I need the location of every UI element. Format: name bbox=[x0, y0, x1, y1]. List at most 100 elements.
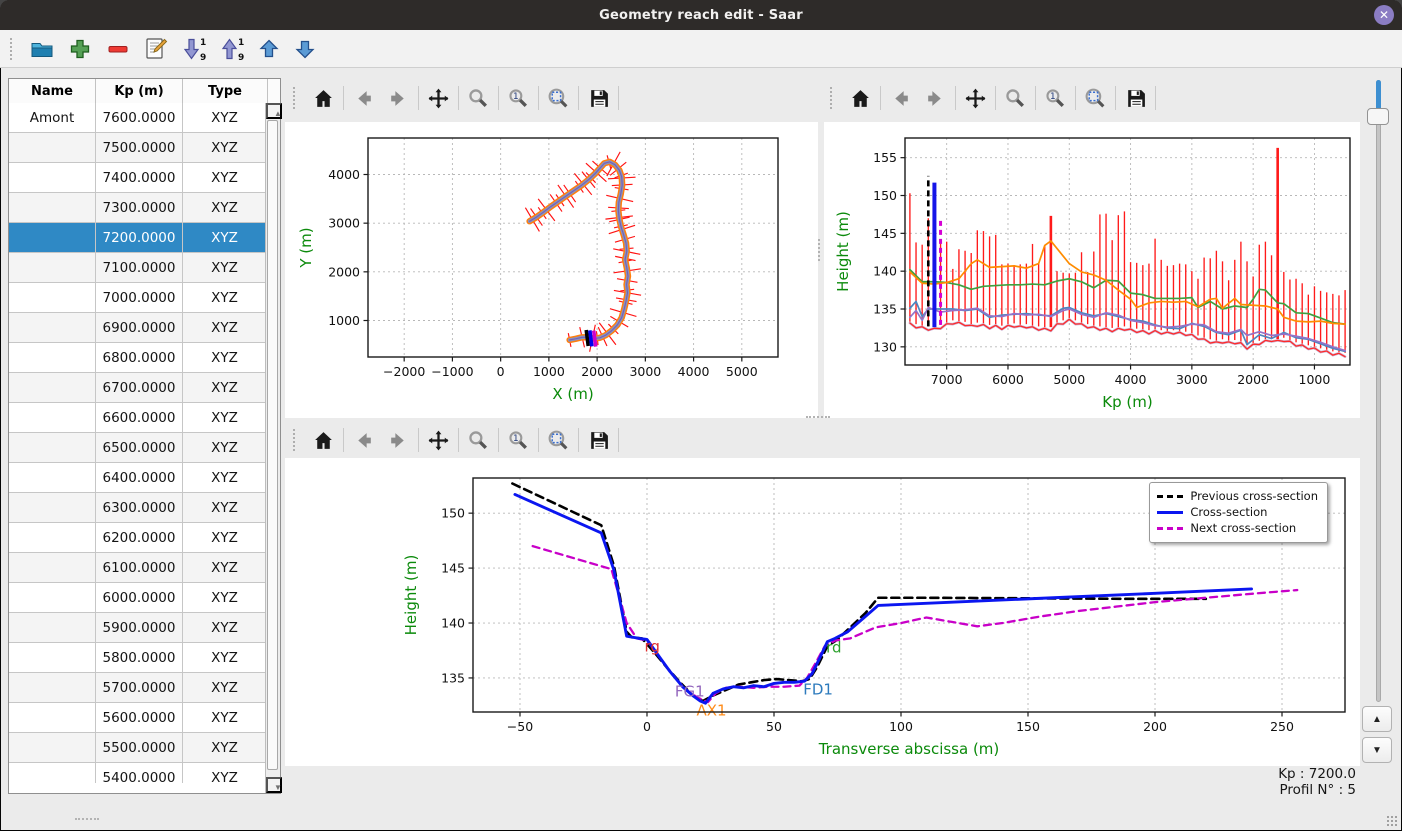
cell-type[interactable]: XYZ bbox=[183, 163, 267, 193]
back-button[interactable] bbox=[883, 85, 918, 112]
cell-kp[interactable]: 7500.0000 bbox=[96, 133, 183, 163]
table-row[interactable]: Amont7600.0000XYZ bbox=[9, 103, 268, 133]
cell-kp[interactable]: 5500.0000 bbox=[96, 733, 183, 763]
cell-kp[interactable]: 6600.0000 bbox=[96, 403, 183, 433]
cell-name[interactable] bbox=[9, 373, 96, 403]
forward-button[interactable] bbox=[381, 427, 416, 454]
cell-type[interactable]: XYZ bbox=[183, 253, 267, 283]
pan-button[interactable] bbox=[421, 427, 456, 454]
cell-name[interactable] bbox=[9, 673, 96, 703]
home-button[interactable] bbox=[306, 85, 341, 112]
table-row[interactable]: 6100.0000XYZ bbox=[9, 553, 268, 583]
previous-profile-button[interactable]: ▲ bbox=[1362, 706, 1392, 732]
sort-descending-button[interactable]: 19 bbox=[179, 34, 209, 64]
remove-button[interactable] bbox=[103, 34, 133, 64]
save-button[interactable] bbox=[581, 427, 616, 454]
cell-kp[interactable]: 6400.0000 bbox=[96, 463, 183, 493]
cell-name[interactable] bbox=[9, 463, 96, 493]
cell-kp[interactable]: 6200.0000 bbox=[96, 523, 183, 553]
table-row[interactable]: 5900.0000XYZ bbox=[9, 613, 268, 643]
open-button[interactable] bbox=[27, 34, 57, 64]
table-row[interactable]: 6700.0000XYZ bbox=[9, 373, 268, 403]
cell-kp[interactable]: 7100.0000 bbox=[96, 253, 183, 283]
cell-type[interactable]: XYZ bbox=[183, 343, 267, 373]
edit-button[interactable] bbox=[141, 34, 171, 64]
cell-name[interactable] bbox=[9, 163, 96, 193]
toolbar-grip[interactable] bbox=[293, 429, 299, 451]
pan-button[interactable] bbox=[958, 85, 993, 112]
cell-name[interactable] bbox=[9, 193, 96, 223]
cell-kp[interactable]: 5600.0000 bbox=[96, 703, 183, 733]
zoom-button[interactable] bbox=[998, 85, 1033, 112]
pan-button[interactable] bbox=[421, 85, 456, 112]
cell-kp[interactable]: 6500.0000 bbox=[96, 433, 183, 463]
table-row[interactable]: 5400.0000XYZ bbox=[9, 763, 268, 783]
table-row[interactable]: 7300.0000XYZ bbox=[9, 193, 268, 223]
toolbar-grip[interactable] bbox=[293, 87, 299, 109]
home-button[interactable] bbox=[306, 427, 341, 454]
slider-thumb[interactable] bbox=[1367, 108, 1389, 125]
cell-name[interactable] bbox=[9, 403, 96, 433]
cell-type[interactable]: XYZ bbox=[183, 583, 267, 613]
close-button[interactable]: ✕ bbox=[1374, 5, 1394, 25]
cell-kp[interactable]: 6000.0000 bbox=[96, 583, 183, 613]
table-row[interactable]: 7500.0000XYZ bbox=[9, 133, 268, 163]
cell-type[interactable]: XYZ bbox=[183, 313, 267, 343]
table-row[interactable]: 7100.0000XYZ bbox=[9, 253, 268, 283]
cell-name[interactable] bbox=[9, 733, 96, 763]
column-header-type[interactable]: Type bbox=[183, 79, 268, 103]
cell-kp[interactable]: 6800.0000 bbox=[96, 343, 183, 373]
table-row[interactable]: 5800.0000XYZ bbox=[9, 643, 268, 673]
cell-kp[interactable]: 6700.0000 bbox=[96, 373, 183, 403]
cell-kp[interactable]: 6100.0000 bbox=[96, 553, 183, 583]
table-scrollbar[interactable]: ▲ ▼ bbox=[265, 103, 280, 793]
cell-type[interactable]: XYZ bbox=[183, 763, 267, 783]
cell-type[interactable]: XYZ bbox=[183, 283, 267, 313]
table-row[interactable]: 6600.0000XYZ bbox=[9, 403, 268, 433]
table-row[interactable]: 5500.0000XYZ bbox=[9, 733, 268, 763]
cell-name[interactable] bbox=[9, 493, 96, 523]
cell-type[interactable]: XYZ bbox=[183, 493, 267, 523]
table-row[interactable]: 6000.0000XYZ bbox=[9, 583, 268, 613]
zoom-rect-button[interactable] bbox=[541, 85, 576, 112]
cell-kp[interactable]: 5400.0000 bbox=[96, 763, 183, 783]
move-up-button[interactable] bbox=[255, 35, 283, 63]
cell-type[interactable]: XYZ bbox=[183, 193, 267, 223]
longitudinal-chart[interactable]: 7000600050004000300020001000130135140145… bbox=[824, 122, 1360, 418]
cell-name[interactable] bbox=[9, 523, 96, 553]
forward-button[interactable] bbox=[381, 85, 416, 112]
zoom-one-button[interactable]: 1 bbox=[501, 85, 536, 112]
cell-type[interactable]: XYZ bbox=[183, 523, 267, 553]
zoom-one-button[interactable]: 1 bbox=[501, 427, 536, 454]
zoom-button[interactable] bbox=[461, 427, 496, 454]
zoom-rect-button[interactable] bbox=[1078, 85, 1113, 112]
cell-kp[interactable]: 7200.0000 bbox=[96, 223, 183, 253]
cell-kp[interactable]: 7400.0000 bbox=[96, 163, 183, 193]
cell-kp[interactable]: 5800.0000 bbox=[96, 643, 183, 673]
cell-name[interactable] bbox=[9, 763, 96, 783]
table-row[interactable]: 6900.0000XYZ bbox=[9, 313, 268, 343]
table-row[interactable]: 7200.0000XYZ bbox=[9, 223, 268, 253]
column-header-name[interactable]: Name bbox=[9, 79, 96, 103]
add-button[interactable] bbox=[65, 34, 95, 64]
move-down-button[interactable] bbox=[291, 35, 319, 63]
cell-type[interactable]: XYZ bbox=[183, 223, 267, 253]
save-button[interactable] bbox=[581, 85, 616, 112]
cell-name[interactable] bbox=[9, 313, 96, 343]
cell-name[interactable]: Amont bbox=[9, 103, 96, 133]
cell-kp[interactable]: 6300.0000 bbox=[96, 493, 183, 523]
back-button[interactable] bbox=[346, 85, 381, 112]
cell-kp[interactable]: 5700.0000 bbox=[96, 673, 183, 703]
scroll-down-button[interactable]: ▼ bbox=[266, 777, 282, 793]
cell-kp[interactable]: 7000.0000 bbox=[96, 283, 183, 313]
cell-type[interactable]: XYZ bbox=[183, 673, 267, 703]
cell-kp[interactable]: 7300.0000 bbox=[96, 193, 183, 223]
cell-type[interactable]: XYZ bbox=[183, 103, 267, 133]
cell-type[interactable]: XYZ bbox=[183, 733, 267, 763]
toolbar-grip[interactable] bbox=[10, 38, 16, 60]
table-row[interactable]: 6200.0000XYZ bbox=[9, 523, 268, 553]
slider-track[interactable] bbox=[1376, 80, 1381, 702]
table-row[interactable]: 7000.0000XYZ bbox=[9, 283, 268, 313]
cell-type[interactable]: XYZ bbox=[183, 403, 267, 433]
next-profile-button[interactable]: ▼ bbox=[1362, 737, 1392, 763]
